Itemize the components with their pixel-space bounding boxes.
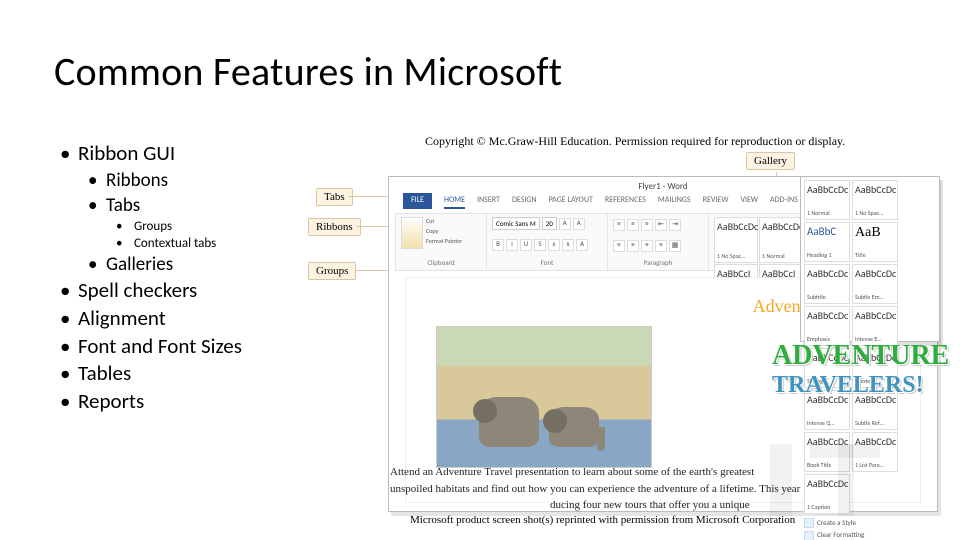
bullet-groups: Groups xyxy=(116,218,242,235)
copyright-text: Copyright © Mc.Graw-Hill Education. Perm… xyxy=(425,134,845,149)
bullet-contextual: Contextual tabs xyxy=(116,235,242,252)
bullet-tabs: Tabs xyxy=(88,193,242,218)
elephant-icon xyxy=(479,397,539,447)
clear-formatting-link[interactable]: Clear Formatting xyxy=(804,530,936,540)
group-clipboard: Cut Copy Format Painter Clipboard xyxy=(396,214,487,270)
arrow-icon xyxy=(356,270,388,271)
callout-ribbons: Ribbons xyxy=(308,218,361,236)
tab-addins[interactable]: ADD-INS xyxy=(770,193,798,209)
watermark-shape xyxy=(838,444,854,516)
bullet-ribbon-gui: Ribbon GUI xyxy=(60,140,242,168)
style-tile[interactable]: AaBbCHeading 1 xyxy=(804,222,850,262)
bullet-font: Font and Font Sizes xyxy=(60,333,242,361)
grow-font-button[interactable]: A xyxy=(559,218,571,230)
arrow-icon xyxy=(348,196,388,197)
tab-insert[interactable]: INSERT xyxy=(477,193,500,209)
group-label: Clipboard xyxy=(401,258,481,267)
bullet-spell: Spell checkers xyxy=(60,277,242,305)
tab-pagelayout[interactable]: PAGE LAYOUT xyxy=(549,193,593,209)
copy-button[interactable]: Copy xyxy=(426,227,462,235)
body-line: unspoiled habitats and find out how you … xyxy=(390,483,800,495)
group-label: Paragraph xyxy=(613,258,703,267)
strike-button[interactable]: S xyxy=(534,239,546,251)
align-center-button[interactable]: ≡ xyxy=(627,240,639,252)
bullet-reports: Reports xyxy=(60,388,242,416)
watermark-shape xyxy=(770,444,792,516)
bullet-list: Ribbon GUI Ribbons Tabs Groups Contextua… xyxy=(60,140,242,416)
elephant-icon xyxy=(549,407,599,447)
paste-button[interactable] xyxy=(401,217,423,249)
justify-button[interactable]: ≡ xyxy=(655,240,667,252)
bullet-ribbons: Ribbons xyxy=(88,168,242,193)
style-tile[interactable]: AaBbCcDc1 No Spac… xyxy=(852,180,898,220)
format-painter-button[interactable]: Format Painter xyxy=(426,237,462,245)
wordmark: ADVENTURE TRAVELERS! xyxy=(772,340,940,399)
style-tile[interactable]: AaBTitle xyxy=(852,222,898,262)
numbering-button[interactable]: ≡ xyxy=(627,219,639,231)
align-right-button[interactable]: ≡ xyxy=(641,240,653,252)
cut-button[interactable]: Cut xyxy=(426,217,462,225)
style-tile[interactable]: AaBbCcDc1 No Spac… xyxy=(714,217,758,263)
body-line: ducing four new tours that offer you a u… xyxy=(550,499,750,511)
figure: Copyright © Mc.Graw-Hill Education. Perm… xyxy=(310,134,940,526)
wordmark-line1: ADVENTURE xyxy=(772,340,940,372)
style-tile[interactable]: AaBbCcDcSubtle Em… xyxy=(852,264,898,304)
style-tile[interactable]: AaBbCcDc1 Normal xyxy=(804,180,850,220)
group-label: Font xyxy=(492,258,602,267)
tab-file[interactable]: FILE xyxy=(403,193,432,209)
outdent-button[interactable]: ⇤ xyxy=(655,219,667,231)
font-name-select[interactable]: Comic Sans M xyxy=(492,217,540,230)
indent-button[interactable]: ⇥ xyxy=(669,219,681,231)
sub-button[interactable]: x xyxy=(548,239,560,251)
slide-title: Common Features in Microsoft xyxy=(54,47,562,96)
tab-review[interactable]: REVIEW xyxy=(703,193,729,209)
shrink-font-button[interactable]: A xyxy=(573,218,585,230)
group-paragraph: ≡ ≡ ≡ ⇤ ⇥ ≡ ≡ ≡ ≡ ▦ Paragraph xyxy=(608,214,709,270)
style-tile[interactable]: AaBbCcDcSubtitle xyxy=(804,264,850,304)
italic-button[interactable]: I xyxy=(506,239,518,251)
body-line: Attend an Adventure Travel presentation … xyxy=(390,466,754,478)
photo-elephants xyxy=(436,326,652,468)
tab-home[interactable]: HOME xyxy=(444,193,465,209)
sup-button[interactable]: x xyxy=(562,239,574,251)
tab-view[interactable]: VIEW xyxy=(740,193,758,209)
tab-design[interactable]: DESIGN xyxy=(512,193,537,209)
underline-button[interactable]: U xyxy=(520,239,532,251)
bold-button[interactable]: B xyxy=(492,239,504,251)
callout-gallery: Gallery xyxy=(746,152,795,170)
callout-groups: Groups xyxy=(308,262,356,280)
callout-tabs: Tabs xyxy=(316,188,353,206)
multilevel-button[interactable]: ≡ xyxy=(641,219,653,231)
tab-mailings[interactable]: MAILINGS xyxy=(658,193,691,209)
slide: Common Features in Microsoft Ribbon GUI … xyxy=(0,0,960,540)
bullets-button[interactable]: ≡ xyxy=(613,219,625,231)
create-style-link[interactable]: Create a Style xyxy=(804,518,936,528)
font-color-button[interactable]: A xyxy=(576,239,588,251)
bullet-alignment: Alignment xyxy=(60,305,242,333)
group-font: Comic Sans M 20 A A B I U S x x A Fon xyxy=(487,214,608,270)
font-size-select[interactable]: 20 xyxy=(542,217,557,230)
style-tile[interactable]: AaBbCcDc1 Normal xyxy=(759,217,803,263)
align-left-button[interactable]: ≡ xyxy=(613,240,625,252)
bullet-tables: Tables xyxy=(60,360,242,388)
styles-gallery[interactable]: AaBbCcDc1 NormalAaBbCcDc1 No Spac…AaBbCH… xyxy=(800,176,940,342)
shading-button[interactable]: ▦ xyxy=(669,240,681,252)
permission-text: Microsoft product screen shot(s) reprint… xyxy=(410,514,795,526)
bullet-galleries: Galleries xyxy=(88,252,242,277)
tab-references[interactable]: REFERENCES xyxy=(605,193,646,209)
wordmark-line2: TRAVELERS! xyxy=(772,372,940,399)
arrow-icon xyxy=(356,226,388,227)
